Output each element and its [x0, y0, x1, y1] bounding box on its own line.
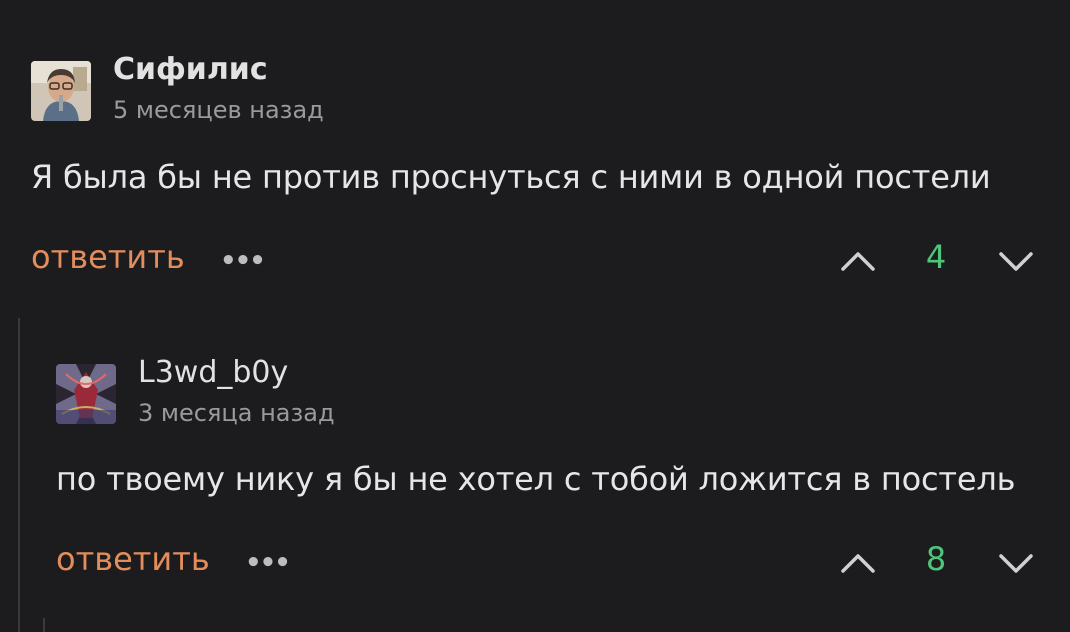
username[interactable]: Сифилис	[113, 52, 268, 87]
upvote-button[interactable]	[838, 548, 878, 578]
comment-text: Я была бы не против проснуться с ними в …	[31, 158, 991, 196]
vote-count: 4	[925, 238, 947, 276]
downvote-button[interactable]	[996, 246, 1036, 276]
more-options-button[interactable]: •••	[245, 548, 291, 578]
chevron-down-icon	[999, 252, 1033, 271]
comment-text: по твоему нику я бы не хотел с тобой лож…	[56, 460, 1016, 498]
chevron-up-icon	[841, 554, 875, 573]
avatar[interactable]	[31, 61, 91, 121]
timestamp: 3 месяца назад	[138, 399, 335, 427]
upvote-button[interactable]	[838, 246, 878, 276]
reply-button[interactable]: ответить	[56, 540, 210, 578]
downvote-button[interactable]	[996, 548, 1036, 578]
avatar-image	[31, 61, 91, 121]
reply-button[interactable]: ответить	[31, 238, 185, 276]
comment: Сифилис 5 месяцев назад Я была бы не про…	[0, 0, 1070, 300]
thread-line[interactable]	[43, 618, 45, 632]
timestamp: 5 месяцев назад	[113, 96, 324, 124]
comments-page: Сифилис 5 месяцев назад Я была бы не про…	[0, 0, 1070, 632]
vote-count: 8	[925, 540, 947, 578]
more-options-button[interactable]: •••	[220, 246, 266, 276]
username[interactable]: L3wd_b0y	[138, 355, 288, 390]
reply-comment: L3wd_b0y 3 месяца назад по твоему нику я…	[0, 318, 1070, 632]
chevron-up-icon	[841, 252, 875, 271]
chevron-down-icon	[999, 554, 1033, 573]
avatar[interactable]	[56, 364, 116, 424]
avatar-image	[56, 364, 116, 424]
